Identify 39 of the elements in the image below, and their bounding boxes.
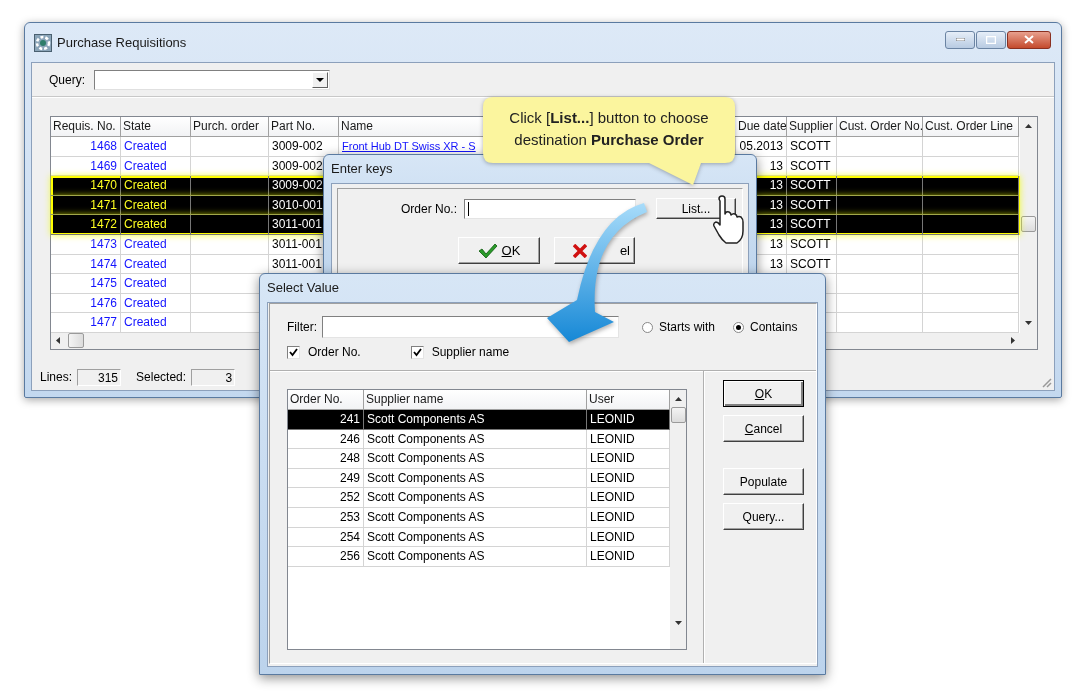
table-cell: Scott Components AS bbox=[364, 410, 587, 430]
table-cell: SCOTT bbox=[787, 137, 837, 157]
table-cell: Scott Components AS bbox=[364, 507, 587, 528]
filter-label: Filter: bbox=[287, 320, 317, 334]
lines-count: 315 bbox=[77, 368, 122, 386]
table-cell: SCOTT bbox=[787, 176, 837, 196]
table-cell: Created bbox=[121, 274, 191, 294]
table-cell: Created bbox=[121, 137, 191, 157]
table-cell: 1477 bbox=[51, 313, 121, 333]
table-cell: SCOTT bbox=[787, 215, 837, 235]
checkbox-label: Supplier name bbox=[431, 345, 510, 359]
table-cell: 1468 bbox=[51, 137, 121, 157]
lines-label: Lines: bbox=[40, 370, 73, 384]
checkbox-label: Order No. bbox=[308, 345, 361, 359]
table-cell: 241 bbox=[288, 410, 364, 430]
table-cell: Created bbox=[121, 215, 191, 235]
radio-label: Contains bbox=[750, 320, 798, 334]
table-cell: 252 bbox=[288, 488, 364, 508]
table-cell: 1472 bbox=[51, 215, 121, 235]
window-title: Purchase Requisitions bbox=[57, 35, 187, 50]
table-cell: Created bbox=[121, 234, 191, 255]
order-no-label: Order No.: bbox=[400, 201, 457, 216]
table-cell: Scott Components AS bbox=[364, 449, 587, 469]
table-cell: 1475 bbox=[51, 274, 121, 294]
table-cell: SCOTT bbox=[787, 234, 837, 255]
table-cell: 248 bbox=[288, 449, 364, 469]
table-cell: 256 bbox=[288, 547, 364, 567]
table-cell: 1470 bbox=[51, 176, 121, 196]
table-cell: Scott Components AS bbox=[364, 547, 587, 567]
dialog-title: Select Value bbox=[267, 279, 340, 297]
table-cell: Scott Components AS bbox=[364, 488, 587, 508]
table-cell: 253 bbox=[288, 507, 364, 528]
query-label: Query: bbox=[49, 72, 85, 87]
table-cell: Created bbox=[121, 176, 191, 196]
selected-label: Selected: bbox=[136, 370, 187, 384]
radio-label: Starts with bbox=[659, 320, 715, 334]
table-cell: 1473 bbox=[51, 234, 121, 255]
table-cell: Created bbox=[121, 313, 191, 333]
selected-count: 3 bbox=[191, 368, 236, 386]
